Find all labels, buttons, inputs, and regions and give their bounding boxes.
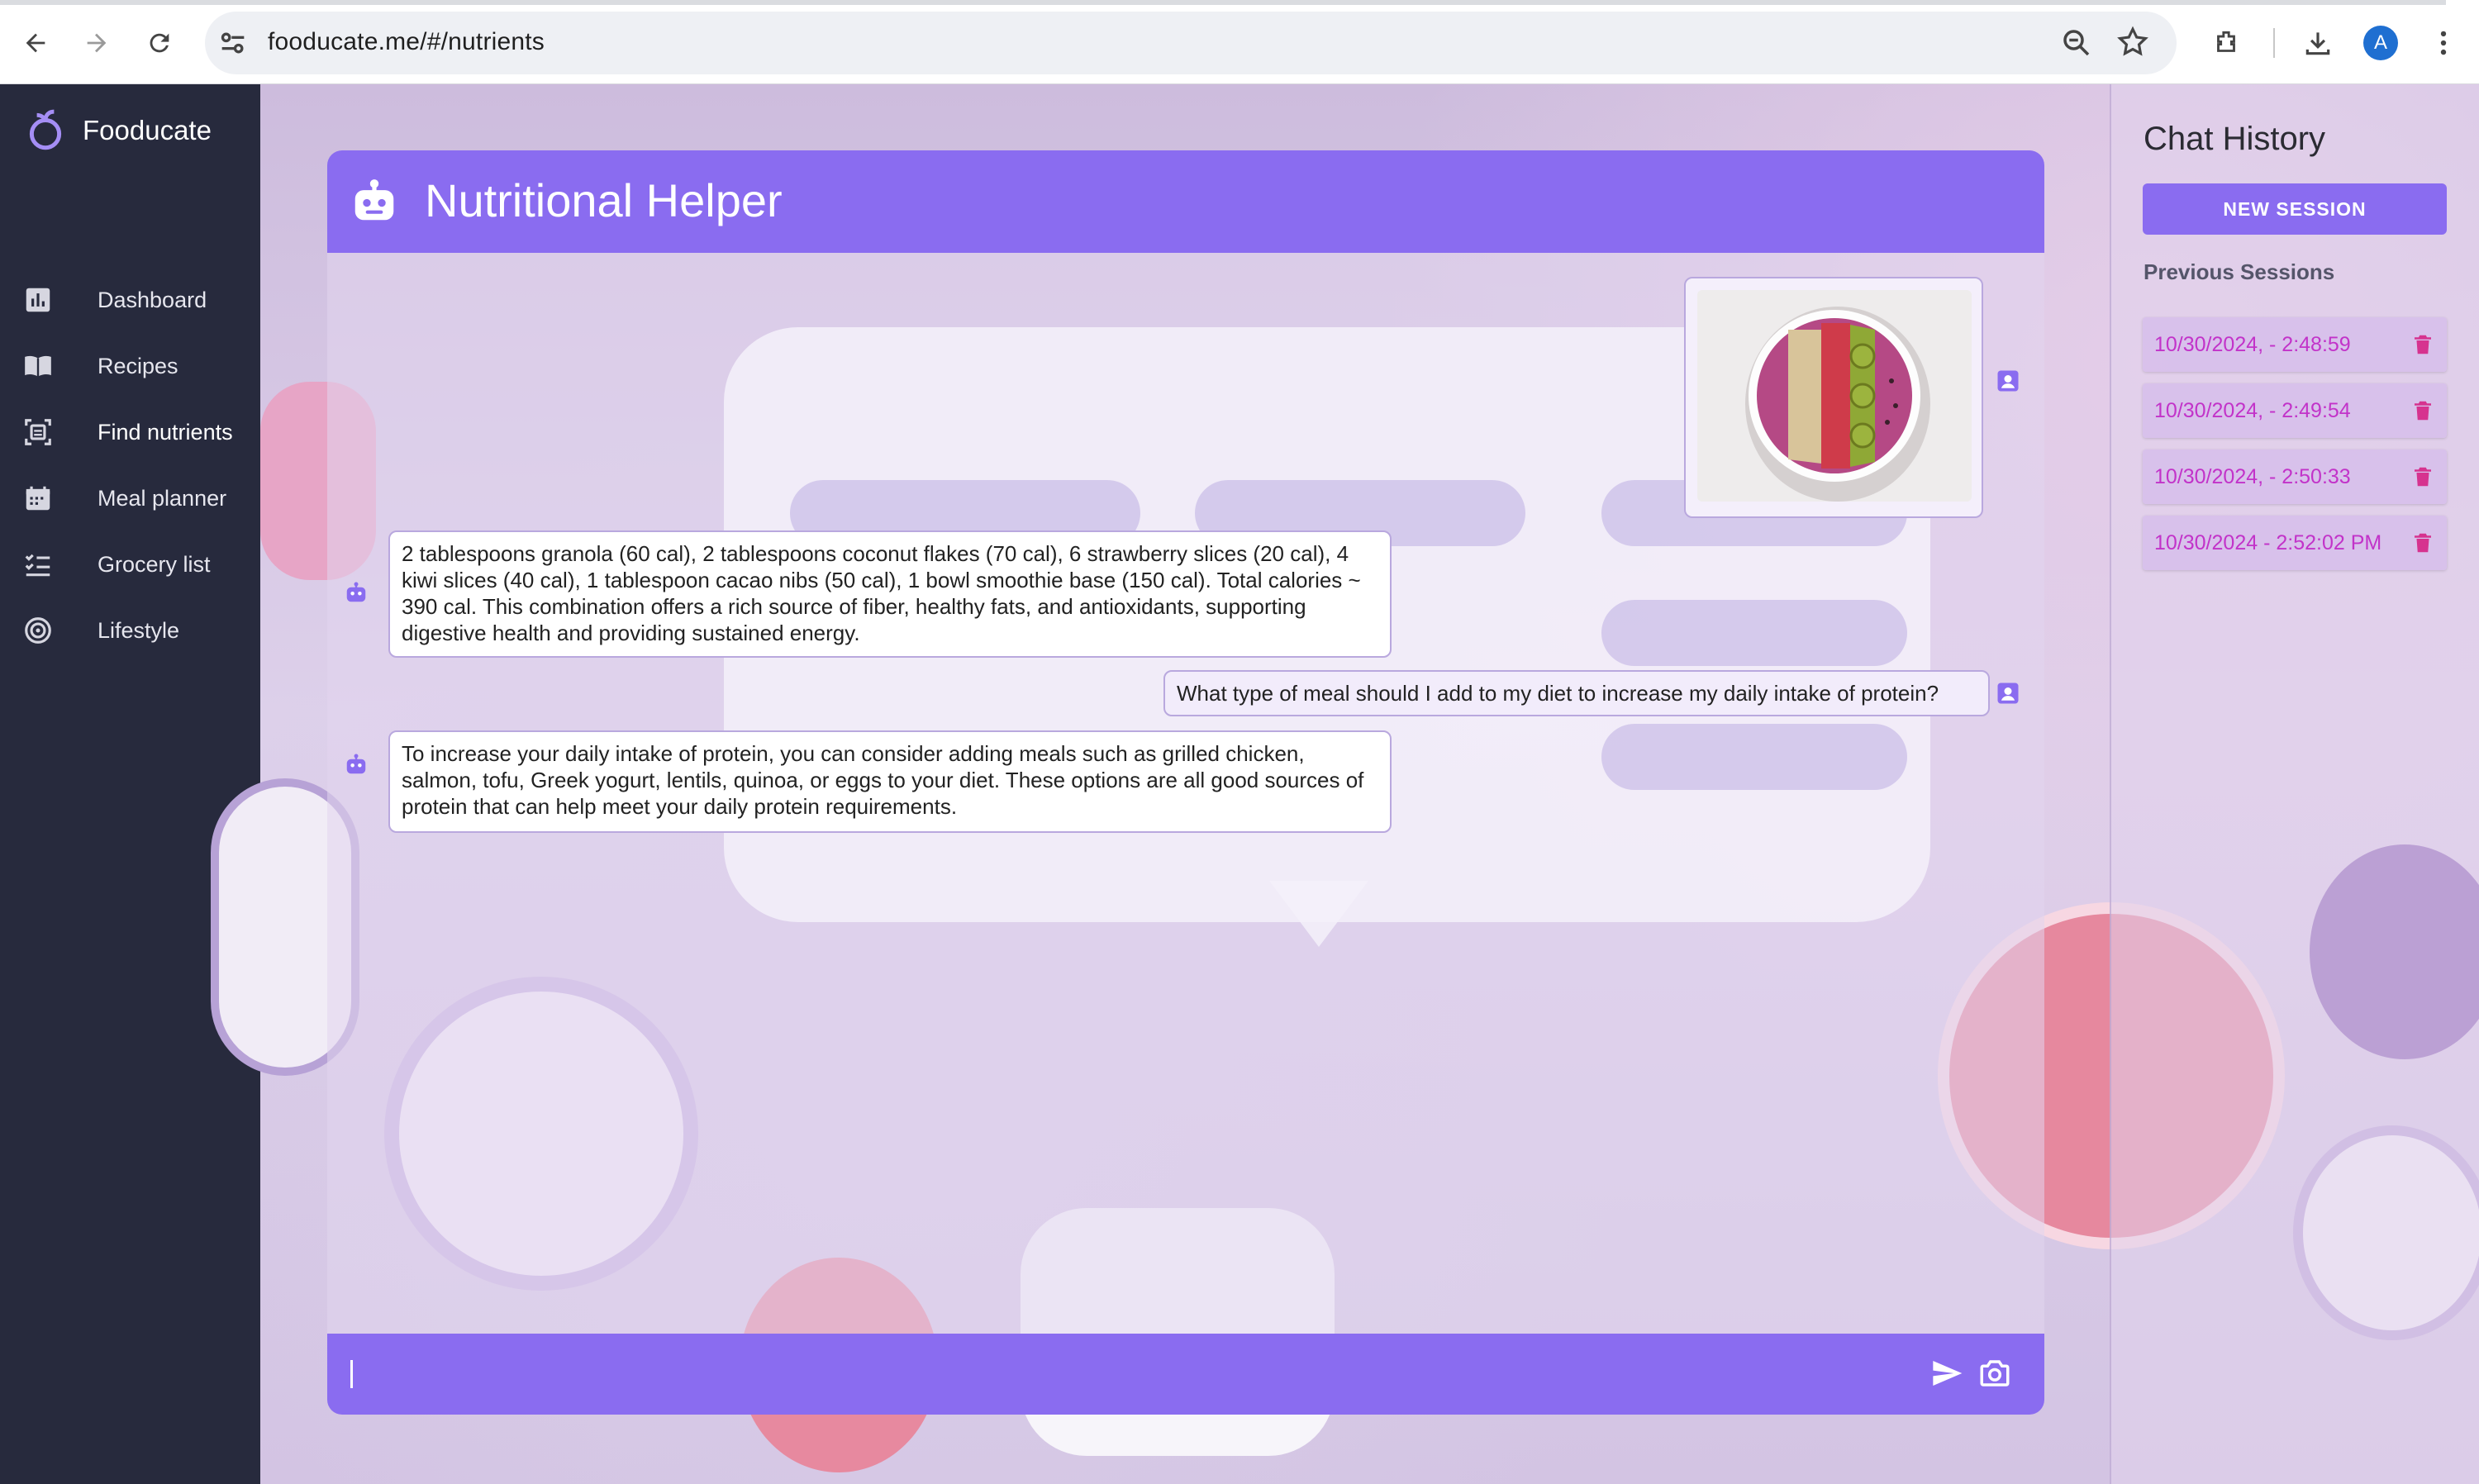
brand-name: Fooducate (83, 115, 212, 145)
session-timestamp: 10/30/2024 - 2:52:02 PM (2154, 531, 2382, 554)
user-image-message[interactable] (1684, 277, 1983, 518)
smoothie-bowl-image (1697, 290, 1972, 502)
forward-button[interactable] (76, 22, 117, 64)
sidebar-item-label: Recipes (98, 353, 178, 378)
downloads-button[interactable] (2297, 22, 2339, 64)
app-page: Fooducate Dashboard Recipes Find nutrien… (0, 84, 2479, 1484)
chat-header: Nutritional Helper (327, 150, 2044, 253)
target-icon (21, 614, 55, 647)
session-item[interactable]: 10/30/2024, - 2:50:33 (2143, 449, 2447, 504)
chat-panel: Nutritional Helper 2 tablespoons granola… (327, 150, 2044, 1415)
session-item[interactable]: 10/30/2024 - 2:52:02 PM (2143, 516, 2447, 570)
profile-avatar[interactable]: A (2363, 26, 2398, 60)
sidebar-item-lifestyle[interactable]: Lifestyle (0, 602, 260, 659)
chat-history-panel: Chat History NEW SESSION Previous Sessio… (2110, 84, 2479, 1484)
session-timestamp: 10/30/2024, - 2:50:33 (2154, 465, 2351, 488)
trash-icon[interactable] (2410, 529, 2435, 557)
brand[interactable]: Fooducate (25, 107, 212, 154)
user-avatar-icon (1997, 683, 2019, 704)
browser-toolbar: fooducate.me/#/nutrients A (0, 0, 2479, 84)
send-icon[interactable] (1930, 1357, 1963, 1390)
sidebar-item-grocery-list[interactable]: Grocery list (0, 535, 260, 593)
previous-sessions-label: Previous Sessions (2144, 259, 2335, 284)
session-timestamp: 10/30/2024, - 2:49:54 (2154, 399, 2351, 422)
chat-title: Nutritional Helper (425, 174, 783, 226)
arrow-right-icon (87, 33, 107, 53)
bot-avatar-icon (346, 754, 366, 774)
pill-decoration (1601, 724, 1907, 790)
bookmark-star-icon[interactable] (2115, 25, 2150, 59)
reload-icon (150, 33, 169, 53)
sidebar-item-dashboard[interactable]: Dashboard (0, 271, 260, 329)
kebab-menu-icon (2440, 31, 2447, 55)
speech-bubble-tail (1269, 881, 1368, 947)
browser-menu-button[interactable] (2423, 22, 2464, 64)
sidebar-item-label: Dashboard (98, 287, 207, 312)
trash-icon[interactable] (2410, 331, 2435, 359)
trash-icon[interactable] (2410, 397, 2435, 425)
reload-button[interactable] (139, 22, 180, 64)
download-icon (2305, 32, 2330, 55)
puzzle-icon (2217, 31, 2235, 52)
sidebar-item-meal-planner[interactable]: Meal planner (0, 469, 260, 527)
session-item[interactable]: 10/30/2024, - 2:48:59 (2143, 317, 2447, 372)
bar-chart-icon (21, 283, 55, 316)
chat-messages[interactable]: 2 tablespoons granola (60 cal), 2 tables… (327, 253, 2044, 1334)
robot-icon (354, 179, 394, 221)
chat-history-title: Chat History (2144, 121, 2326, 157)
sidebar-item-find-nutrients[interactable]: Find nutrients (0, 403, 260, 461)
site-settings-icon[interactable] (216, 26, 250, 59)
back-button[interactable] (15, 22, 56, 64)
book-icon (21, 350, 55, 383)
toolbar-divider (2273, 28, 2275, 58)
pill-decoration (1601, 600, 1907, 666)
sidebar: Fooducate Dashboard Recipes Find nutrien… (0, 84, 260, 1484)
bot-message: To increase your daily intake of protein… (388, 730, 1392, 833)
sidebar-item-label: Meal planner (98, 485, 227, 511)
sidebar-item-recipes[interactable]: Recipes (0, 337, 260, 395)
zoom-icon[interactable] (2059, 26, 2094, 60)
session-item[interactable]: 10/30/2024, - 2:49:54 (2143, 383, 2447, 438)
sidebar-item-label: Lifestyle (98, 617, 180, 643)
camera-icon[interactable] (1977, 1356, 2012, 1391)
address-bar[interactable]: fooducate.me/#/nutrients (205, 12, 2177, 74)
calendar-icon (21, 482, 55, 515)
url-text[interactable]: fooducate.me/#/nutrients (268, 28, 545, 56)
user-message: What type of meal should I add to my die… (1163, 670, 1990, 716)
arrow-left-icon (26, 33, 45, 53)
trash-icon[interactable] (2410, 463, 2435, 491)
checklist-icon (21, 548, 55, 581)
chat-input[interactable] (349, 1353, 1919, 1395)
sidebar-item-label: Grocery list (98, 551, 211, 577)
sidebar-item-label: Find nutrients (98, 419, 233, 445)
loading-bar (0, 0, 2446, 5)
bot-avatar-icon (346, 582, 366, 602)
scan-icon (21, 416, 55, 449)
extensions-button[interactable] (2205, 22, 2247, 64)
fooducate-logo-icon (29, 109, 62, 150)
user-avatar-icon (1997, 370, 2019, 392)
session-timestamp: 10/30/2024, - 2:48:59 (2154, 333, 2351, 356)
new-session-button[interactable]: NEW SESSION (2143, 183, 2447, 235)
chat-composer (327, 1334, 2044, 1415)
bot-message: 2 tablespoons granola (60 cal), 2 tables… (388, 530, 1392, 658)
